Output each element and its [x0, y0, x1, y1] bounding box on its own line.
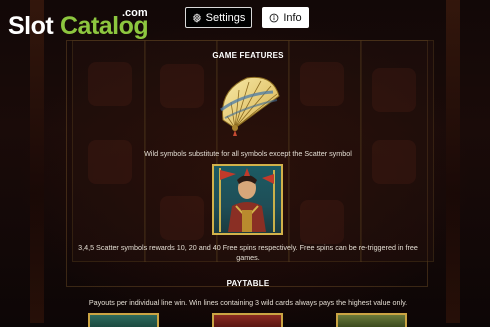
paytable-heading: PAYTABLE [226, 279, 270, 288]
info-content: GAME FEATURES Wild symbols substitute fo… [0, 0, 490, 327]
wild-symbol-fan-image [213, 72, 283, 138]
paytable-symbol-tile [212, 313, 283, 327]
paytable-description: Payouts per individual line win. Win lin… [88, 298, 408, 307]
game-features-heading: GAME FEATURES [212, 51, 284, 60]
wild-description: Wild symbols substitute for all symbols … [144, 149, 352, 158]
scatter-symbol-warrior-image [212, 164, 283, 235]
paytable-symbol-tile [88, 313, 159, 327]
scatter-description: 3,4,5 Scatter symbols rewards 10, 20 and… [78, 243, 418, 262]
paytable-symbol-tile [336, 313, 407, 327]
